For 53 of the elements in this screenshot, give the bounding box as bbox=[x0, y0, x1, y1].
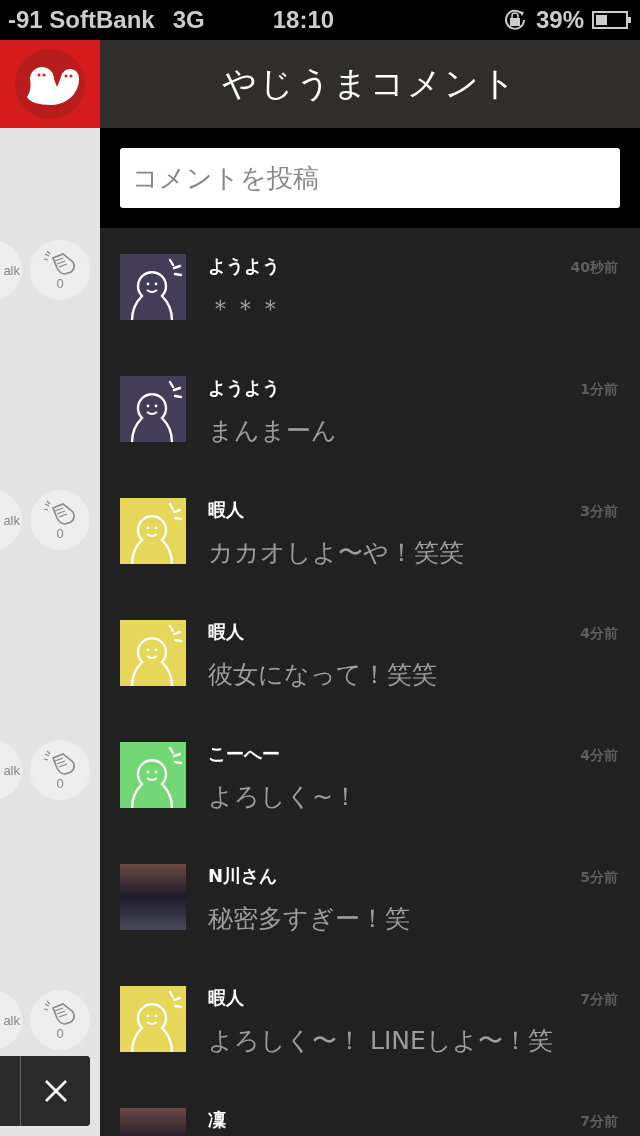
clapping-hands-icon bbox=[43, 749, 77, 776]
clap-button[interactable]: 0 bbox=[30, 990, 90, 1050]
talk-button[interactable]: alk bbox=[0, 990, 22, 1050]
comment-time: 4分前 bbox=[580, 747, 618, 765]
battery-icon bbox=[592, 10, 632, 30]
ghost-logo-icon bbox=[15, 49, 85, 119]
clap-count: 0 bbox=[56, 775, 64, 791]
carrier-name: -91 SoftBank bbox=[8, 6, 155, 34]
clapping-hands-icon bbox=[43, 249, 77, 276]
clap-button[interactable]: 0 bbox=[30, 740, 90, 800]
network-type: 3G bbox=[172, 6, 205, 34]
comment-text: よろしく~！ bbox=[208, 781, 359, 813]
comment-time: 3分前 bbox=[580, 503, 618, 521]
comment-time: 1分前 bbox=[580, 381, 618, 399]
close-button[interactable] bbox=[20, 1056, 90, 1126]
user-name: N川さん bbox=[208, 864, 278, 888]
talk-button[interactable]: alk bbox=[0, 240, 22, 300]
photo-placeholder[interactable] bbox=[120, 864, 186, 930]
user-name: 暇人 bbox=[208, 498, 244, 522]
user-name: 凜 bbox=[208, 1108, 226, 1132]
comment-time: 7分前 bbox=[580, 991, 618, 1009]
clap-button[interactable]: 0 bbox=[30, 240, 90, 300]
comment-text: よろしく〜！ LINEしよ〜！笑 bbox=[208, 1025, 554, 1057]
talk-button[interactable]: alk bbox=[0, 740, 22, 800]
comment-time: 5分前 bbox=[580, 869, 618, 887]
comment-text: ＊＊＊ bbox=[208, 293, 284, 325]
comment-time: 7分前 bbox=[580, 1113, 618, 1131]
close-icon bbox=[43, 1079, 68, 1103]
user-name: 暇人 bbox=[208, 986, 244, 1010]
clap-count: 0 bbox=[56, 1025, 64, 1041]
person-figure-avatar[interactable] bbox=[120, 376, 186, 442]
comment-text: まんまーん bbox=[208, 415, 338, 447]
battery-percent: 39% bbox=[535, 6, 584, 34]
user-name: 暇人 bbox=[208, 620, 244, 644]
comment-time: 4分前 bbox=[580, 625, 618, 643]
comment-input-field[interactable]: コメントを投稿 bbox=[120, 148, 620, 208]
clap-count: 0 bbox=[56, 275, 64, 291]
clapping-hands-icon bbox=[43, 499, 77, 526]
comment-text: カカオしよ〜や！笑笑 bbox=[208, 537, 465, 569]
person-figure-avatar[interactable] bbox=[120, 254, 186, 320]
user-name: こーへー bbox=[208, 742, 280, 766]
user-name: ようよう bbox=[208, 254, 280, 278]
user-name: ようよう bbox=[208, 376, 280, 400]
talk-button[interactable]: alk bbox=[0, 490, 22, 550]
clapping-hands-icon bbox=[43, 999, 77, 1026]
clap-button[interactable]: 0 bbox=[30, 490, 90, 550]
comment-time: 40秒前 bbox=[570, 259, 618, 277]
app-logo-tile[interactable] bbox=[0, 40, 100, 128]
clock-time: 18:10 bbox=[272, 6, 336, 34]
comment-text: 彼女になって！笑笑 bbox=[208, 659, 438, 691]
clap-count: 0 bbox=[56, 525, 64, 541]
screen-title: やじうまコメント bbox=[222, 62, 518, 105]
comment-text: 秘密多すぎー！笑 bbox=[208, 903, 411, 935]
